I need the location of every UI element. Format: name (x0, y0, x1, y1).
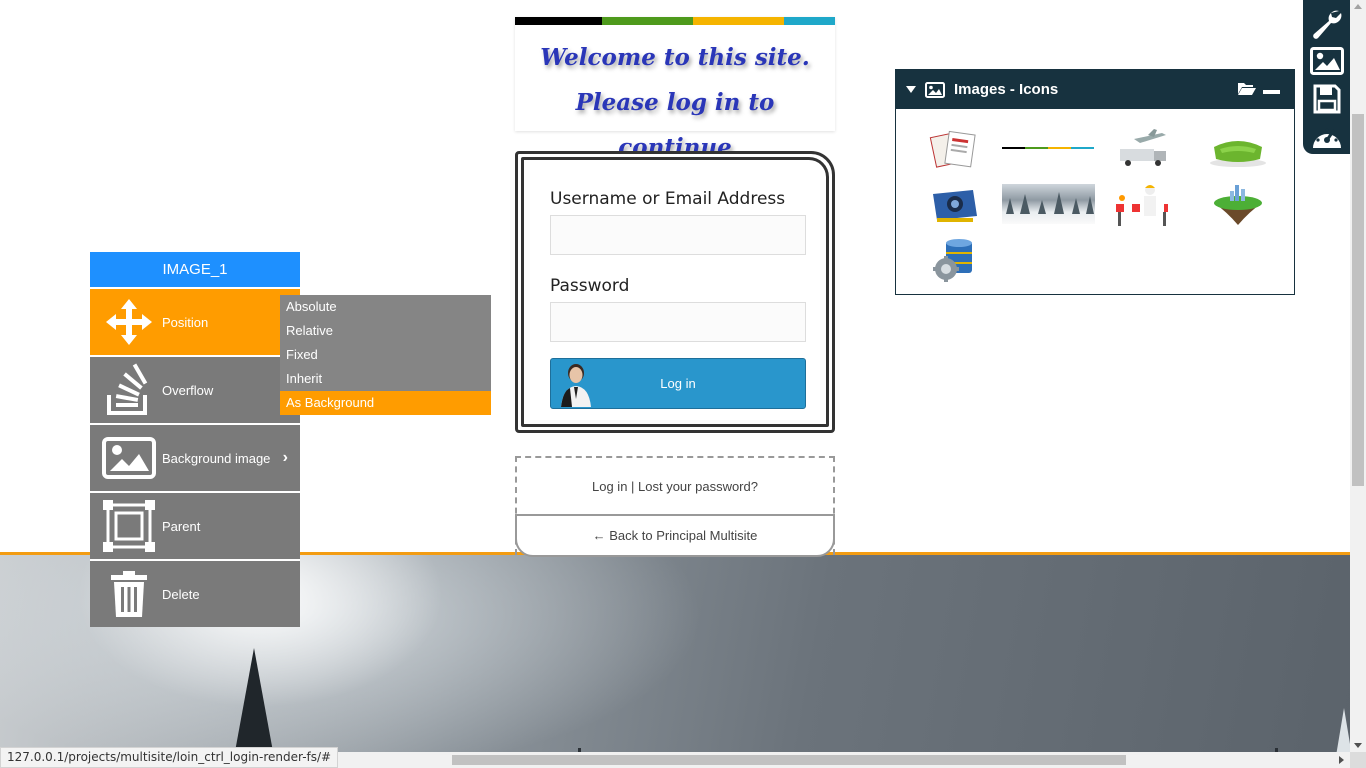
trash-icon (102, 567, 156, 621)
username-field[interactable] (550, 215, 806, 255)
login-button[interactable]: Log in (550, 358, 806, 409)
login-button-label: Log in (660, 376, 696, 391)
back-to-site-link[interactable]: ← Back to Principal Multisite (593, 528, 758, 543)
image-icon (925, 81, 945, 98)
status-bar-url: 127.0.0.1/projects/multisite/loin_ctrl_l… (0, 747, 339, 768)
menu-item-position[interactable]: Position (90, 287, 300, 355)
menu-item-label: Overflow (162, 382, 214, 398)
color-stripe-thumb[interactable] (1002, 147, 1094, 149)
graphics-card-thumb[interactable] (929, 184, 981, 226)
password-field[interactable] (550, 302, 806, 342)
lost-password-link[interactable]: Log in | Lost your password? (592, 479, 758, 494)
submenu-item-relative[interactable]: Relative (280, 319, 491, 343)
floating-island-thumb[interactable] (1210, 181, 1266, 227)
documents-thumb[interactable] (929, 129, 981, 169)
wrench-icon[interactable] (1309, 6, 1345, 40)
scroll-down-icon[interactable] (1354, 743, 1362, 748)
folder-open-icon[interactable] (1237, 80, 1257, 96)
stripe-segment (602, 17, 693, 25)
images-panel: Images - Icons (895, 69, 1295, 295)
dashboard-icon[interactable] (1309, 120, 1345, 154)
horizontal-scroll-thumb[interactable] (452, 755, 1126, 765)
image-icon (102, 431, 156, 485)
login-form: Username or Email Address Password Log i… (515, 151, 835, 433)
images-panel-header: Images - Icons (896, 70, 1294, 109)
menu-item-label: Background image (162, 450, 271, 466)
green-sofa-thumb[interactable] (1206, 129, 1270, 169)
password-label: Password (550, 276, 630, 296)
scroll-up-icon[interactable] (1354, 4, 1362, 9)
truck-plane-thumb[interactable] (1114, 129, 1172, 169)
editor-toolbar (1303, 0, 1350, 154)
submenu-item-absolute[interactable]: Absolute (280, 295, 491, 319)
menu-item-background-image[interactable]: Background image › (90, 423, 300, 491)
chevron-right-icon: › (282, 449, 288, 466)
stack-overflow-icon (102, 363, 156, 417)
construction-worker-thumb[interactable] (1110, 182, 1174, 228)
collapse-triangle-icon[interactable] (906, 86, 916, 93)
username-label: Username or Email Address (550, 189, 786, 209)
stripe-segment (693, 17, 784, 25)
database-gear-thumb[interactable] (932, 237, 976, 283)
login-links: Log in | Lost your password? ← Back to P… (515, 456, 835, 557)
context-menu-title: IMAGE_1 (90, 252, 300, 287)
scroll-right-icon[interactable] (1339, 756, 1344, 764)
stripe-segment (515, 17, 602, 25)
scrollbar-corner (1350, 752, 1366, 768)
vertical-scrollbar[interactable] (1350, 0, 1366, 752)
menu-item-label: Parent (162, 518, 201, 534)
welcome-banner: Welcome to this site. Please log in to c… (515, 17, 835, 161)
snowy-forest-thumb[interactable] (1002, 184, 1095, 224)
businessman-icon (561, 364, 591, 407)
welcome-message: Welcome to this site. Please log in to c… (540, 44, 810, 161)
minimize-icon[interactable] (1263, 90, 1280, 94)
element-context-menu: IMAGE_1 Position Overflow Background ima… (90, 252, 300, 627)
submenu-item-fixed[interactable]: Fixed (280, 343, 491, 367)
vertical-scroll-thumb[interactable] (1352, 114, 1364, 486)
save-icon[interactable] (1309, 82, 1345, 116)
submenu-item-as-background[interactable]: As Background (280, 391, 491, 415)
submenu-item-inherit[interactable]: Inherit (280, 367, 491, 391)
image-icon[interactable] (1309, 44, 1345, 78)
menu-item-label: Position (162, 314, 209, 330)
images-panel-title: Images - Icons (954, 81, 1059, 98)
menu-item-overflow[interactable]: Overflow (90, 355, 300, 423)
stripe-segment (784, 17, 835, 25)
position-submenu: Absolute Relative Fixed Inherit As Backg… (280, 295, 491, 415)
color-stripe (515, 17, 835, 25)
menu-item-parent[interactable]: Parent (90, 491, 300, 559)
menu-item-delete[interactable]: Delete (90, 559, 300, 627)
move-arrows-icon (102, 295, 156, 349)
parent-frame-icon (102, 499, 156, 553)
menu-item-label: Delete (162, 586, 200, 602)
